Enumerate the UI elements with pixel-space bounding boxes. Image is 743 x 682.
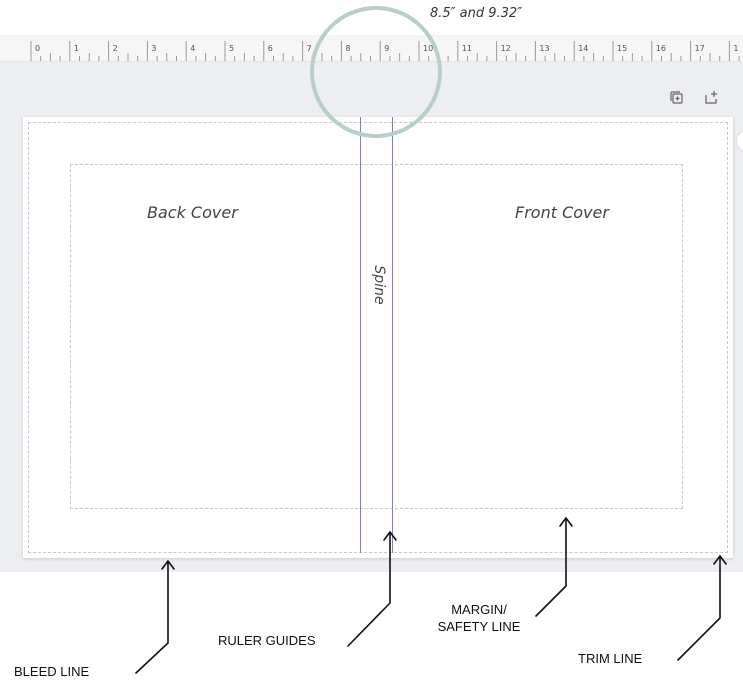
ruler-guides-callout: RULER GUIDES [218, 633, 316, 648]
ruler-tick-label: 0 [35, 44, 41, 53]
ruler-tick-label: 12 [500, 44, 511, 53]
ruler-tick-label: 11 [461, 44, 472, 53]
ruler-tick-label: 16 [655, 44, 666, 53]
ruler-tick-label: 15 [617, 44, 628, 53]
ruler-tick-label: 1 [733, 44, 739, 53]
ruler-guide-right[interactable] [392, 117, 393, 553]
bleed-arrow [135, 561, 169, 674]
highlight-circle [310, 6, 442, 138]
margin-callout-line1: MARGIN/ [451, 602, 507, 617]
ruler-tick-label: 6 [267, 44, 273, 53]
ruler-tick-label: 5 [229, 44, 235, 53]
trim-line-callout: TRIM LINE [578, 651, 643, 666]
ruler-tick-label: 3 [151, 44, 157, 53]
ruler-tick-label: 17 [694, 44, 705, 53]
ruler-tick-label: 13 [539, 44, 550, 53]
back-cover-label: Back Cover [147, 203, 238, 222]
add-page-icon[interactable] [703, 90, 719, 106]
bleed-line-callout: BLEED LINE [14, 664, 90, 679]
ruler-tick-label: 1 [73, 44, 79, 53]
ruler-guide-left[interactable] [360, 117, 361, 553]
margin-safety-callout: MARGIN/ SAFETY LINE [420, 601, 538, 635]
ruler-tick-label: 14 [578, 44, 589, 53]
front-cover-label: Front Cover [515, 203, 609, 222]
ruler-tick-label: 7 [306, 44, 312, 53]
ruler-tick-label: 4 [190, 44, 196, 53]
spine-position-note: 8.5″ and 9.32″ [430, 6, 523, 21]
duplicate-page-icon[interactable] [669, 90, 685, 106]
spine-label: Spine [371, 265, 387, 305]
margin-callout-line2: SAFETY LINE [437, 619, 521, 634]
ruler-tick-label: 2 [112, 44, 118, 53]
